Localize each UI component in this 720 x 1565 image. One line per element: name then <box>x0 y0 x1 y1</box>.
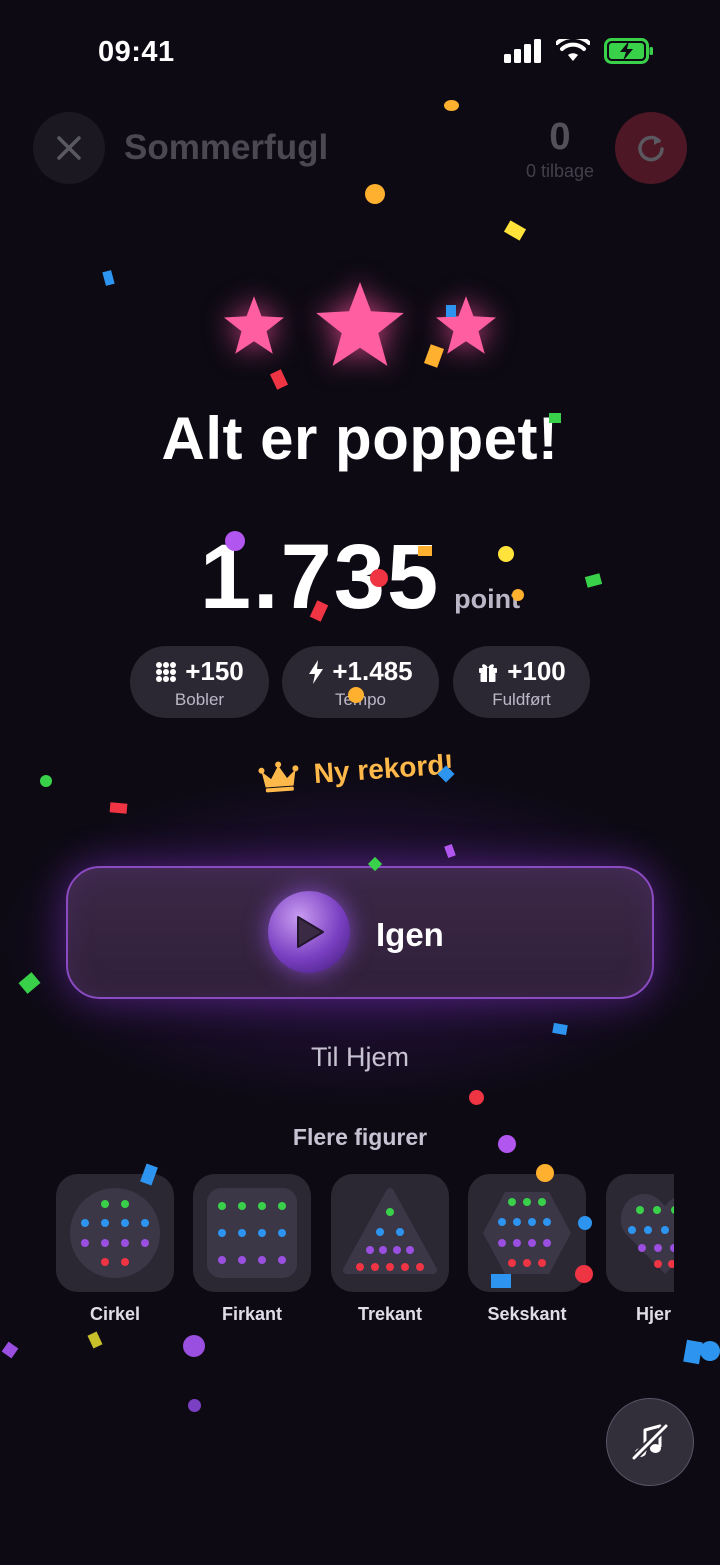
figure-label: Cirkel <box>89 1304 141 1324</box>
home-link[interactable]: Til Hjem <box>0 1042 720 1073</box>
confetti-piece <box>491 1274 511 1288</box>
bonus-label: Bobler <box>174 690 225 709</box>
confetti-piece <box>575 1265 593 1283</box>
confetti-piece <box>109 802 128 814</box>
figure-picker: Cirkel Firkant Trekant Sekskant Hjer <box>56 1174 674 1324</box>
confetti-piece <box>269 369 289 390</box>
battery-charging-icon <box>604 38 653 64</box>
confetti-piece <box>503 220 527 241</box>
bonus-chip-bubbles: +150 Bobler <box>130 646 269 718</box>
close-icon <box>57 136 81 160</box>
confetti-piece <box>700 1341 720 1361</box>
restart-icon <box>638 135 664 162</box>
figure-heart[interactable]: Hjer <box>606 1174 674 1324</box>
figure-tile <box>606 1174 674 1292</box>
figure-tile <box>468 1174 586 1292</box>
circle-shape-icon <box>70 1188 160 1278</box>
play-again-button[interactable]: Igen <box>66 866 654 999</box>
star-icon <box>224 296 284 354</box>
status-time: 09:41 <box>98 36 175 68</box>
music-muted-icon <box>630 1422 670 1462</box>
confetti-piece <box>444 843 456 859</box>
sound-toggle-button[interactable] <box>606 1398 694 1486</box>
play-icon <box>297 916 324 948</box>
confetti-piece <box>498 546 514 562</box>
triangle-shape-icon <box>343 1188 437 1274</box>
figure-label: Sekskant <box>487 1304 567 1324</box>
star-icon <box>316 282 404 366</box>
confetti-piece <box>446 305 456 317</box>
game-header: Sommerfugl 0 0 tilbage <box>0 112 720 188</box>
grid-dots-icon <box>156 661 177 682</box>
figure-hexagon[interactable]: Sekskant <box>468 1174 586 1324</box>
confetti-piece <box>365 184 385 204</box>
new-record-badge: Ny rekord! <box>257 748 455 794</box>
confetti-piece <box>87 1331 103 1349</box>
confetti-piece <box>102 270 115 286</box>
confetti-piece <box>370 569 388 587</box>
moves-counter: 0 0 tilbage <box>526 116 594 182</box>
figure-tile <box>331 1174 449 1292</box>
score-unit: point <box>454 584 521 614</box>
confetti-piece <box>1 1341 19 1359</box>
square-shape-icon <box>207 1188 297 1278</box>
wifi-icon <box>556 39 590 61</box>
bonus-chip-completed: +100 Fuldført <box>453 646 590 718</box>
close-button[interactable] <box>33 112 105 184</box>
confetti-piece <box>40 775 52 787</box>
status-icons <box>504 38 654 64</box>
results-screen: 09:41 Sommerfugl 0 0 tilbage Alt er popp… <box>0 0 720 1565</box>
level-title: Sommerfugl <box>124 128 329 167</box>
moves-label: 0 tilbage <box>525 161 594 181</box>
bonus-label: Fuldført <box>492 690 551 709</box>
figure-tile <box>193 1174 311 1292</box>
confetti-piece <box>549 413 561 423</box>
moves-count: 0 <box>549 116 571 158</box>
cellular-signal-icon <box>504 39 541 63</box>
bonus-chip-tempo: +1.485 Tempo <box>282 646 439 718</box>
figure-tile <box>56 1174 174 1292</box>
gift-icon <box>479 663 498 682</box>
confetti-piece <box>348 687 364 703</box>
confetti-piece <box>18 972 41 994</box>
confetti-piece <box>469 1090 484 1105</box>
result-title: Alt er poppet! <box>161 405 559 472</box>
confetti-piece <box>188 1399 201 1412</box>
bonus-value: +100 <box>507 656 566 686</box>
figure-square[interactable]: Firkant <box>193 1174 311 1324</box>
confetti-piece <box>418 546 432 556</box>
heart-shape-icon <box>620 1194 674 1274</box>
score: 1.735 point <box>0 525 720 630</box>
star-icon <box>436 296 496 354</box>
crown-icon <box>258 761 299 793</box>
figure-label: Hjer <box>636 1304 672 1324</box>
confetti-piece <box>512 589 524 601</box>
new-record-label: Ny rekord! <box>312 748 455 790</box>
figure-triangle[interactable]: Trekant <box>331 1174 449 1324</box>
hexagon-shape-icon <box>483 1192 571 1274</box>
play-orb <box>268 891 350 973</box>
bonus-value: +150 <box>185 656 244 686</box>
restart-button[interactable] <box>615 112 687 184</box>
bonus-value: +1.485 <box>332 656 413 686</box>
confetti-piece <box>578 1216 592 1230</box>
confetti-piece <box>498 1135 516 1153</box>
figure-label: Firkant <box>221 1304 282 1324</box>
confetti-piece <box>444 100 459 111</box>
figure-circle[interactable]: Cirkel <box>56 1174 174 1324</box>
confetti-piece <box>552 1022 568 1036</box>
confetti-piece <box>536 1164 554 1182</box>
confetti-piece <box>424 344 444 368</box>
confetti-piece <box>225 531 245 551</box>
more-figures-label: Flere figurer <box>292 1124 428 1150</box>
play-again-label: Igen <box>376 916 444 953</box>
lightning-icon <box>309 659 324 684</box>
figure-label: Trekant <box>357 1304 423 1324</box>
confetti-piece <box>183 1335 205 1357</box>
